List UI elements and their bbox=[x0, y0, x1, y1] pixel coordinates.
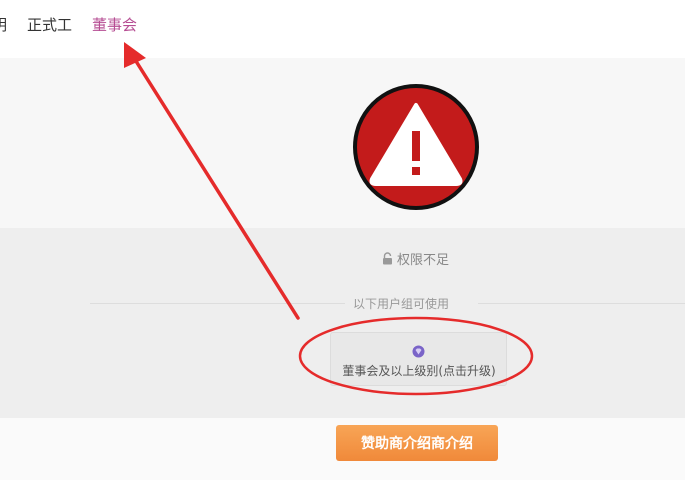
permission-text: 权限不足 bbox=[397, 253, 450, 268]
group-gem-icon bbox=[412, 345, 425, 358]
nav-item-partial[interactable]: 明 bbox=[0, 14, 7, 35]
upgrade-group-label: 董事会及以上级别(点击升级) bbox=[342, 364, 496, 378]
lock-icon bbox=[383, 252, 392, 265]
allowed-groups-heading: 以下用户组可使用 bbox=[353, 297, 450, 311]
warning-triangle-icon bbox=[353, 84, 479, 210]
sponsor-button[interactable]: 赞助商介绍商介绍 bbox=[336, 425, 498, 461]
nav-item-regular-staff[interactable]: 正式工 bbox=[27, 14, 72, 35]
page: 明 正式工 董事会 权限不足 以下用户组可使用 董事会及以上级别(点击升级) 赞… bbox=[0, 0, 685, 480]
divider-line-left bbox=[90, 303, 345, 304]
nav-item-board[interactable]: 董事会 bbox=[92, 14, 137, 35]
content-top-area bbox=[0, 58, 685, 228]
upgrade-group-box[interactable]: 董事会及以上级别(点击升级) bbox=[330, 332, 507, 386]
content-mid-area bbox=[0, 228, 685, 418]
divider-line-right bbox=[478, 303, 685, 304]
permission-notice: 权限不足 bbox=[382, 249, 449, 268]
top-nav: 明 正式工 董事会 bbox=[0, 0, 685, 58]
